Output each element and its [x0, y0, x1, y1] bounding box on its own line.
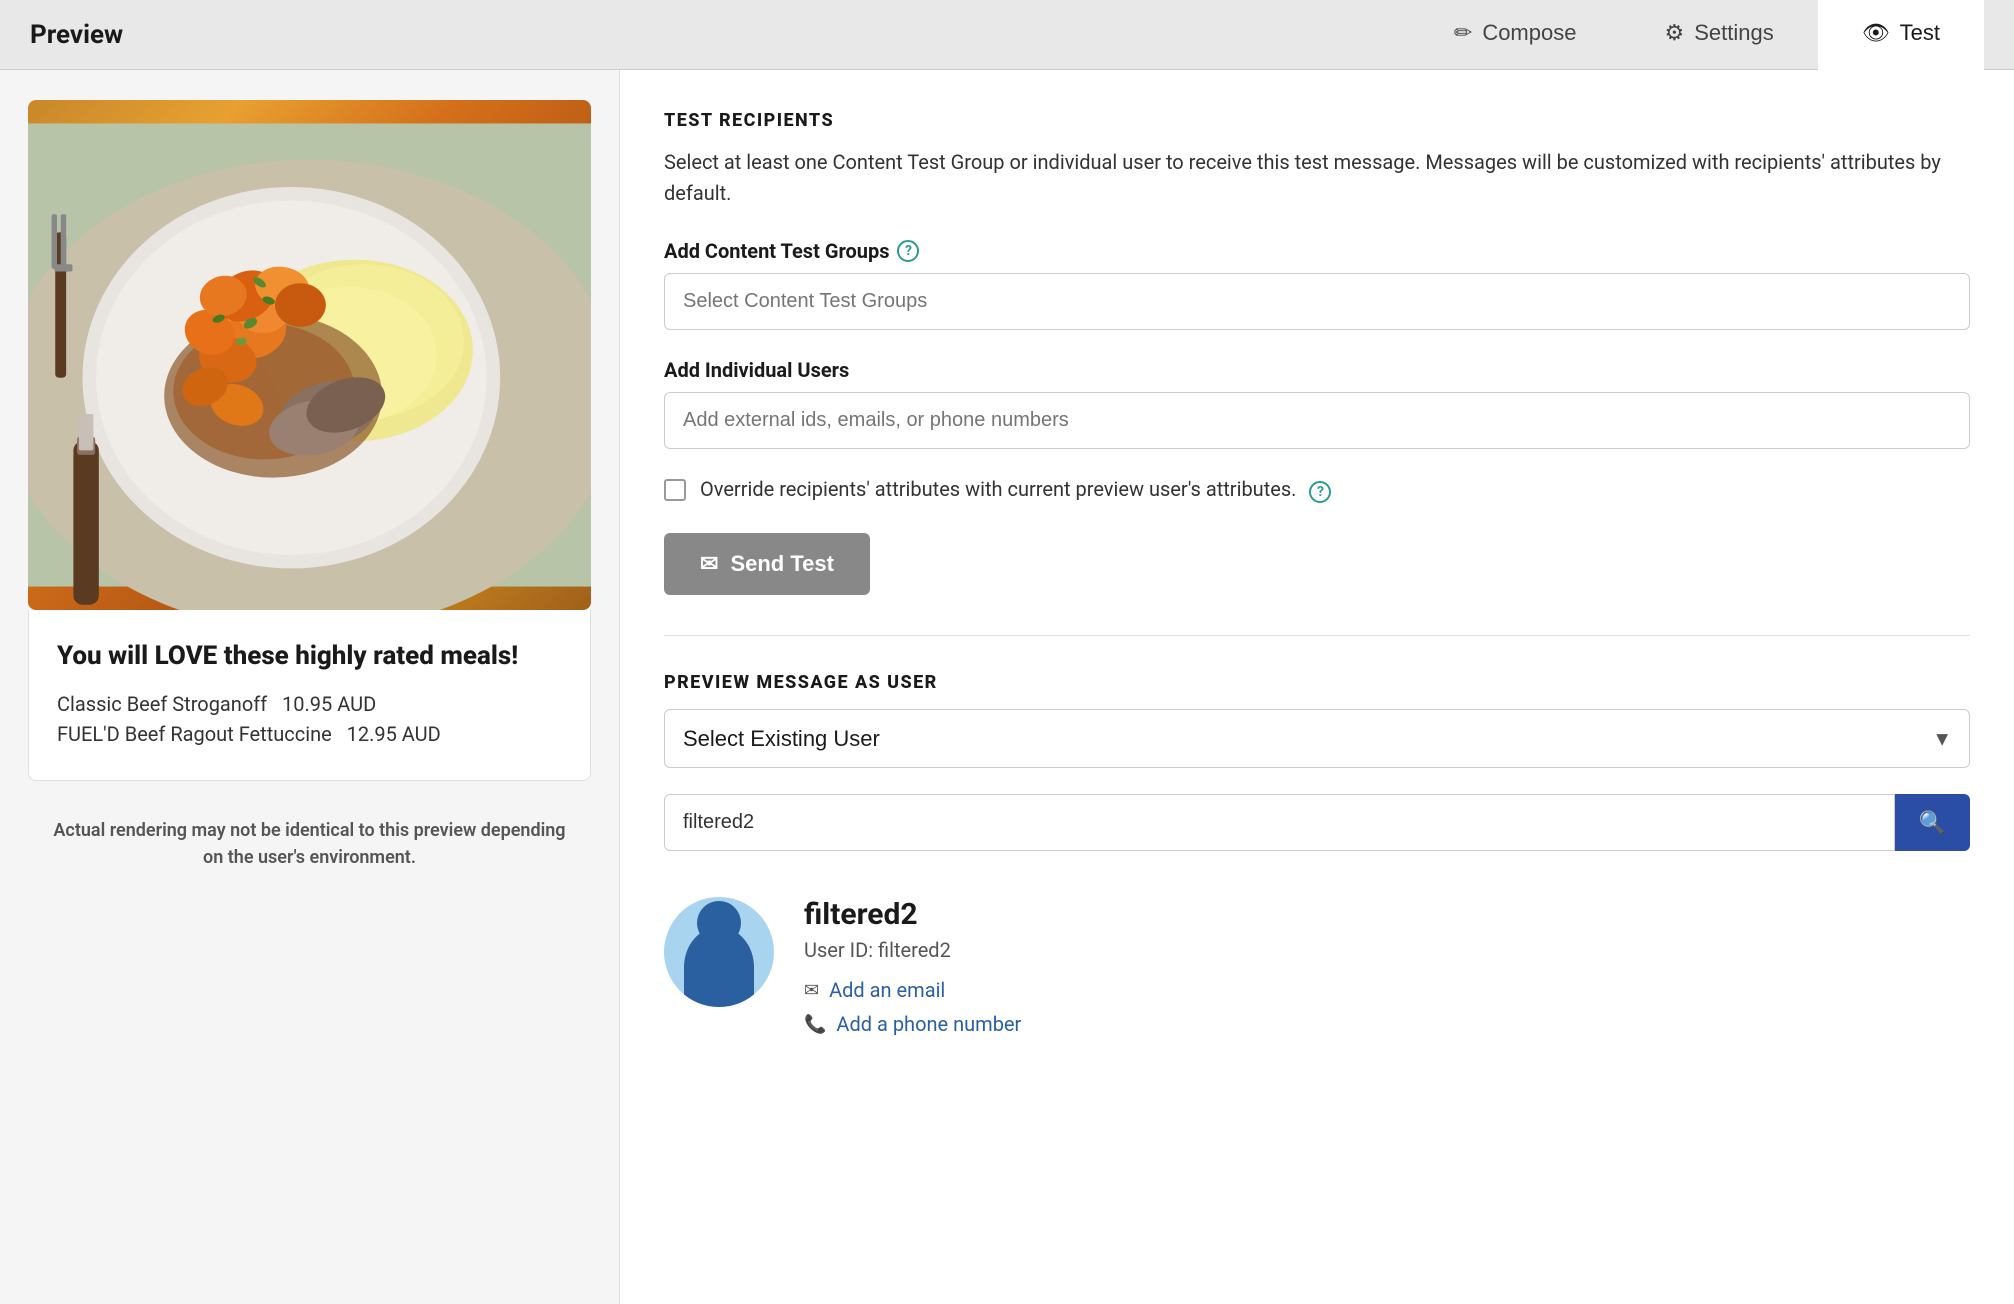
search-icon: 🔍: [1919, 810, 1946, 836]
right-panel: TEST RECIPIENTS Select at least one Cont…: [620, 70, 2014, 1304]
left-panel: You will LOVE these highly rated meals! …: [0, 70, 620, 1304]
user-name: filtered2: [804, 897, 1970, 932]
add-phone-label[interactable]: Add a phone number: [836, 1012, 1021, 1036]
test-recipients-title: TEST RECIPIENTS: [664, 110, 1970, 131]
select-existing-user[interactable]: Select Existing User: [664, 709, 1970, 768]
user-search-input[interactable]: [664, 794, 1895, 851]
tab-settings[interactable]: ⚙ Settings: [1620, 0, 1817, 70]
override-help-icon[interactable]: ?: [1309, 481, 1331, 503]
add-users-label: Add Individual Users: [664, 358, 1970, 382]
override-checkbox-label: Override recipients' attributes with cur…: [700, 477, 1331, 503]
select-user-wrapper: Select Existing User ▼: [664, 709, 1970, 768]
food-card: You will LOVE these highly rated meals! …: [28, 610, 591, 781]
email-icon: ✉: [804, 980, 819, 1001]
food-image: [28, 100, 591, 610]
search-row: 🔍: [664, 794, 1970, 851]
food-item-1: Classic Beef Stroganoff 10.95 AUD: [57, 692, 562, 716]
send-icon: ✉: [700, 551, 718, 577]
tab-test[interactable]: 👁 Test: [1818, 0, 1984, 70]
food-item-2: FUEL'D Beef Ragout Fettuccine 12.95 AUD: [57, 722, 562, 746]
eye-icon: 👁: [1862, 20, 1890, 46]
tab-compose[interactable]: ✏ Compose: [1410, 0, 1621, 70]
override-checkbox-row: Override recipients' attributes with cur…: [664, 477, 1970, 503]
tab-settings-label: Settings: [1694, 20, 1774, 46]
settings-icon: ⚙: [1664, 20, 1684, 46]
preview-as-user-title: PREVIEW MESSAGE AS USER: [664, 672, 1970, 693]
override-checkbox[interactable]: [664, 479, 686, 501]
add-phone-row: 📞 Add a phone number: [804, 1012, 1970, 1036]
preview-title: Preview: [30, 20, 123, 50]
send-test-label: Send Test: [730, 551, 834, 577]
user-info: filtered2 User ID: filtered2 ✉ Add an em…: [804, 897, 1970, 1046]
tab-compose-label: Compose: [1482, 20, 1576, 46]
add-groups-input[interactable]: [664, 273, 1970, 330]
send-test-button[interactable]: ✉ Send Test: [664, 533, 870, 595]
add-email-row: ✉ Add an email: [804, 978, 1970, 1002]
food-card-title: You will LOVE these highly rated meals!: [57, 640, 562, 674]
add-groups-label: Add Content Test Groups ?: [664, 239, 1970, 263]
section-divider: [664, 635, 1970, 636]
test-recipients-desc: Select at least one Content Test Group o…: [664, 147, 1970, 209]
add-groups-help-icon[interactable]: ?: [897, 240, 919, 262]
preview-note: Actual rendering may not be identical to…: [28, 817, 591, 871]
user-id: User ID: filtered2: [804, 938, 1970, 962]
tab-test-label: Test: [1900, 20, 1940, 46]
phone-icon: 📞: [804, 1014, 826, 1035]
avatar-body: [684, 927, 754, 1007]
add-email-label[interactable]: Add an email: [829, 978, 945, 1002]
user-card: filtered2 User ID: filtered2 ✉ Add an em…: [664, 887, 1970, 1056]
top-nav: Preview ✏ Compose ⚙ Settings 👁 Test: [0, 0, 2014, 70]
compose-icon: ✏: [1454, 20, 1472, 46]
search-button[interactable]: 🔍: [1895, 794, 1970, 851]
add-users-input[interactable]: [664, 392, 1970, 449]
nav-tabs: ✏ Compose ⚙ Settings 👁 Test: [1410, 0, 1984, 70]
main-layout: You will LOVE these highly rated meals! …: [0, 70, 2014, 1304]
user-avatar: [664, 897, 774, 1007]
